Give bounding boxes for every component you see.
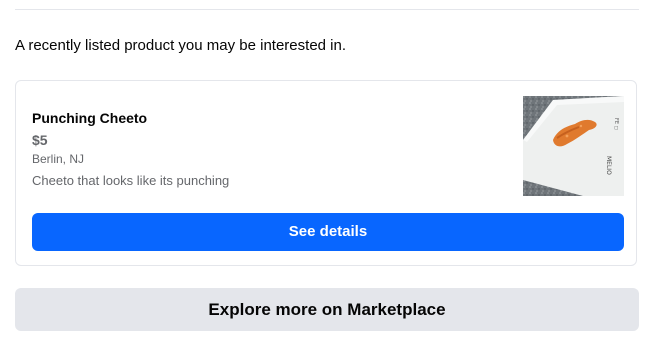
intro-text: A recently listed product you may be int… — [15, 37, 347, 54]
listing-card: Punching Cheeto $5 Berlin, NJ Cheeto tha… — [15, 80, 637, 266]
listing-price: $5 — [32, 132, 48, 148]
listing-photo[interactable]: MELIO FE ◻ — [523, 96, 624, 196]
listing-title[interactable]: Punching Cheeto — [32, 109, 147, 127]
listing-location: Berlin, NJ — [32, 152, 85, 166]
svg-text:FE ◻: FE ◻ — [613, 118, 619, 130]
svg-text:MELIO: MELIO — [605, 156, 612, 175]
see-details-button[interactable]: See details — [32, 213, 624, 251]
top-divider — [15, 9, 639, 10]
explore-marketplace-button[interactable]: Explore more on Marketplace — [15, 288, 639, 331]
listing-description: Cheeto that looks like its punching — [32, 173, 230, 188]
